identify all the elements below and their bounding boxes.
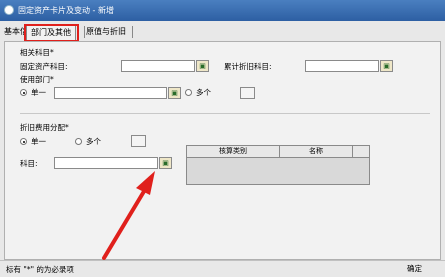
required-note: 标有 "*" 的为必录项 [6,265,74,274]
annotation-arrow [102,171,155,260]
ok-button[interactable]: 确定 [407,263,422,274]
